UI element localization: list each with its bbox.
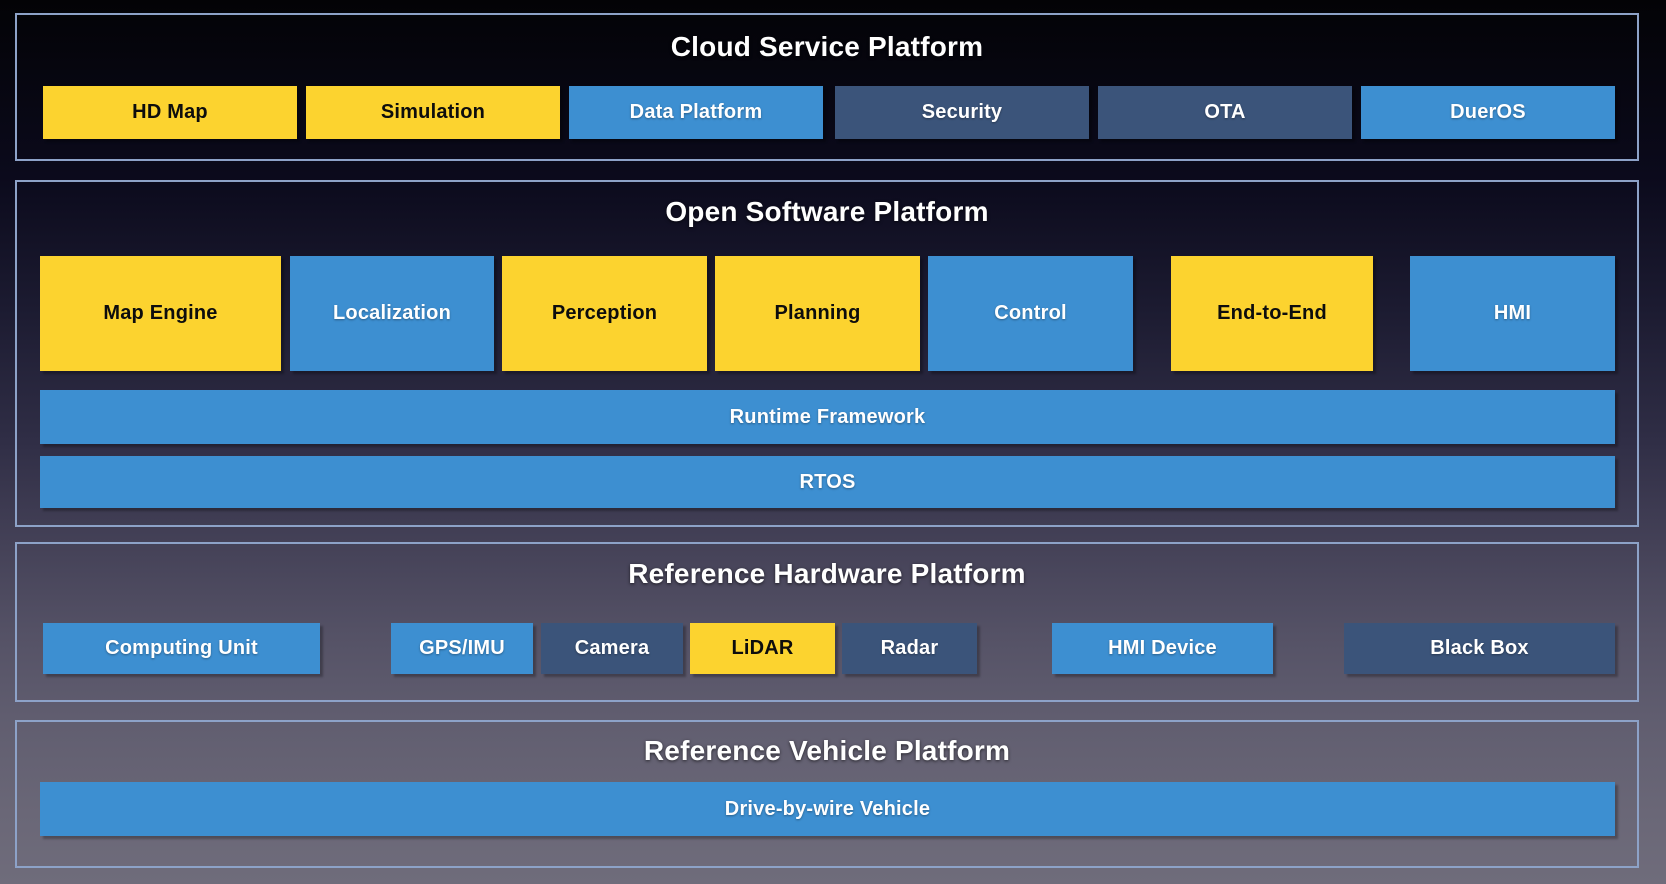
- box-ota: OTA: [1098, 86, 1352, 139]
- section-title-open-software-platform: Open Software Platform: [665, 196, 989, 227]
- box-data-platform: Data Platform: [569, 86, 823, 139]
- box-localization: Localization: [290, 256, 494, 371]
- box-label: Computing Unit: [105, 637, 258, 659]
- bar-label: RTOS: [799, 470, 856, 493]
- box-hmi: HMI: [1410, 256, 1615, 371]
- box-label: Planning: [774, 302, 861, 324]
- box-label: Perception: [551, 302, 658, 324]
- box-hd-map: HD Map: [43, 86, 297, 139]
- box-label: Security: [921, 101, 1003, 123]
- bar-runtime-framework: Runtime Framework: [40, 390, 1615, 444]
- box-label: Data Platform: [629, 101, 763, 123]
- box-planning: Planning: [715, 256, 920, 371]
- section-open-software-platform: Open Software Platform Map Engine Locali…: [15, 180, 1639, 527]
- box-end-to-end: End-to-End: [1171, 256, 1373, 371]
- box-label: HD Map: [132, 101, 208, 123]
- box-black-box: Black Box: [1344, 623, 1615, 674]
- box-label: HMI Device: [1108, 637, 1217, 659]
- box-label: DuerOS: [1450, 101, 1526, 123]
- bar-label: Runtime Framework: [729, 405, 926, 428]
- box-camera: Camera: [541, 623, 683, 674]
- box-label: HMI: [1493, 302, 1532, 324]
- box-label: End-to-End: [1217, 302, 1327, 324]
- bar-label: Drive-by-wire Vehicle: [724, 797, 931, 820]
- section-title-cloud-service-platform: Cloud Service Platform: [670, 31, 984, 62]
- box-perception: Perception: [502, 256, 707, 371]
- box-label: OTA: [1204, 101, 1246, 123]
- box-simulation: Simulation: [306, 86, 560, 139]
- box-label: Radar: [880, 637, 939, 659]
- box-label: GPS/IMU: [419, 637, 505, 659]
- box-hmi-device: HMI Device: [1052, 623, 1273, 674]
- bar-rtos: RTOS: [40, 456, 1615, 508]
- bar-drive-by-wire-vehicle: Drive-by-wire Vehicle: [40, 782, 1615, 836]
- box-label: Black Box: [1430, 637, 1529, 659]
- box-dueros: DuerOS: [1361, 86, 1615, 139]
- box-lidar: LiDAR: [690, 623, 835, 674]
- section-reference-hardware-platform: Reference Hardware Platform Computing Un…: [15, 542, 1639, 702]
- section-reference-vehicle-platform: Reference Vehicle Platform Drive-by-wire…: [15, 720, 1639, 868]
- section-cloud-service-platform: Cloud Service Platform HD Map Simulation…: [15, 13, 1639, 161]
- box-computing-unit: Computing Unit: [43, 623, 320, 674]
- box-label: Map Engine: [103, 302, 218, 324]
- box-label: Camera: [574, 637, 650, 659]
- box-map-engine: Map Engine: [40, 256, 281, 371]
- box-control: Control: [928, 256, 1133, 371]
- box-label: LiDAR: [731, 637, 794, 659]
- section-title-reference-vehicle-platform: Reference Vehicle Platform: [643, 735, 1011, 766]
- box-label: Simulation: [380, 101, 486, 123]
- box-label: Localization: [333, 302, 451, 324]
- box-label: Control: [994, 302, 1067, 324]
- section-title-reference-hardware-platform: Reference Hardware Platform: [628, 558, 1026, 589]
- box-gps-imu: GPS/IMU: [391, 623, 533, 674]
- box-security: Security: [835, 86, 1089, 139]
- box-radar: Radar: [842, 623, 977, 674]
